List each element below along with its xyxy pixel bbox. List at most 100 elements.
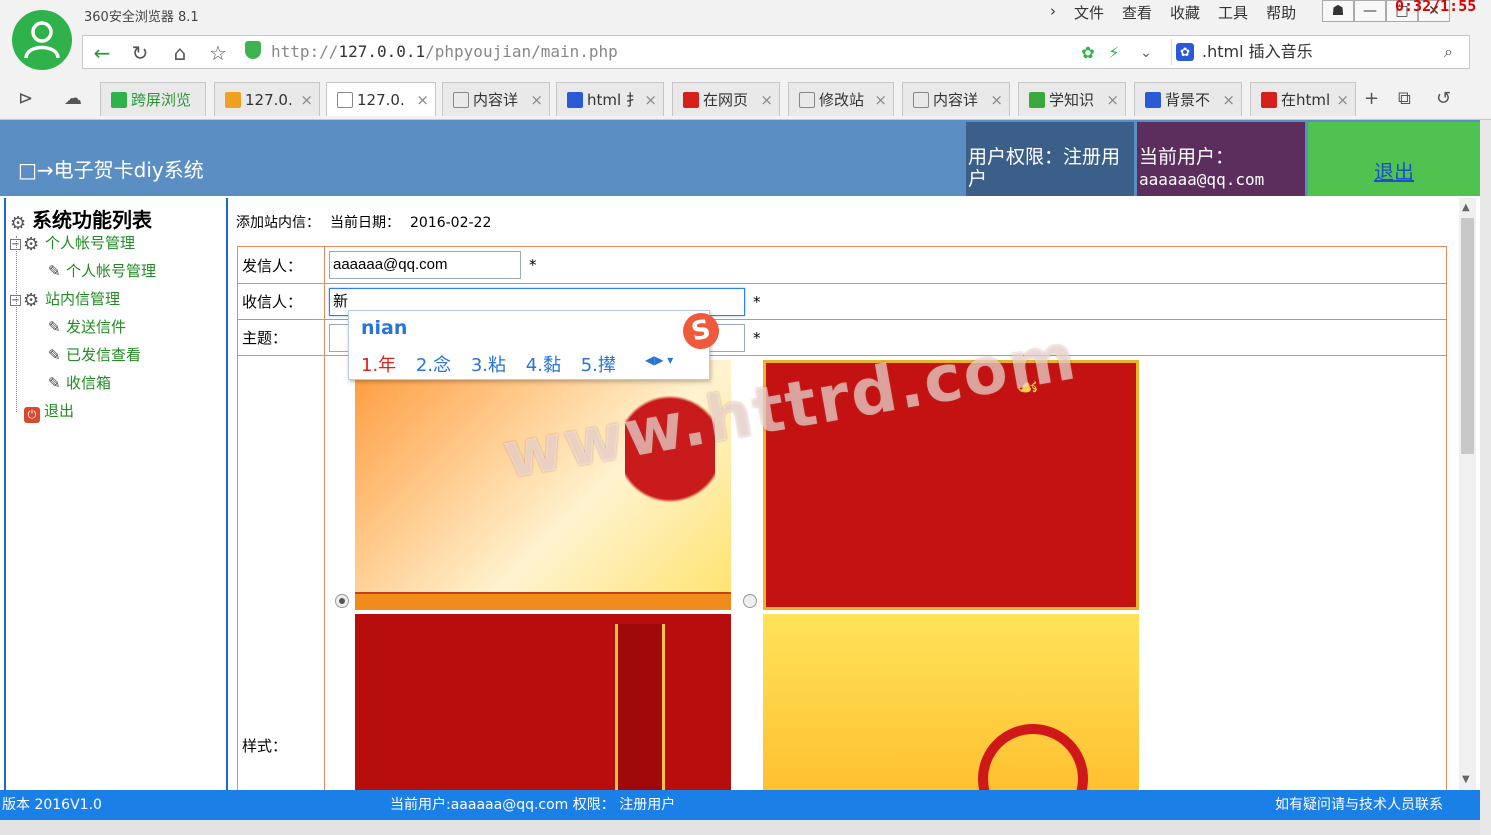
logout-link[interactable]: 退出 — [1374, 160, 1414, 184]
tree-item-send[interactable]: ✎ 发送信件 — [48, 316, 126, 337]
browser-window: 360安全浏览器 8.1 › 文件 查看 收藏 工具 帮助 ☗ — □ ✕ 0:… — [0, 0, 1491, 835]
csdn-icon — [1261, 92, 1277, 108]
browser-logo-icon — [12, 10, 72, 70]
tab-webpage[interactable]: 在网页 × — [672, 82, 780, 116]
home-icon[interactable]: ⌂ — [167, 40, 193, 66]
tab-close-icon[interactable]: × — [1106, 83, 1119, 116]
permission-box: 用户权限：注册用户 — [966, 122, 1134, 196]
accelerate-icon[interactable]: ✿ — [1075, 40, 1101, 66]
style-radio-2[interactable] — [743, 594, 757, 608]
tab-list-icon[interactable]: ⧉ — [1398, 88, 1411, 109]
menu-file[interactable]: 文件 — [1074, 2, 1104, 23]
tab-close-icon[interactable]: × — [416, 83, 429, 116]
tab-in-html[interactable]: 在html × — [1250, 82, 1356, 116]
tab-close-icon[interactable]: × — [1336, 83, 1349, 116]
tab-close-icon[interactable]: × — [644, 83, 657, 116]
tab-close-icon[interactable]: × — [990, 83, 1003, 116]
baidu-paw-icon: ✿ — [1176, 43, 1194, 61]
ime-candidate-5[interactable]: 5.撵 — [581, 355, 616, 376]
tree-item-exit[interactable]: ⏻ 退出 — [24, 400, 74, 423]
tab-active[interactable]: 127.0. × — [326, 82, 436, 116]
app-title: 360安全浏览器 8.1 — [84, 10, 199, 25]
gear-icon: ⚙ — [23, 234, 40, 255]
collapse-icon[interactable]: − — [10, 239, 21, 250]
tab-close-icon[interactable]: × — [1222, 83, 1235, 116]
tree-item-inbox[interactable]: ✎ 收信箱 — [48, 372, 111, 393]
ime-candidate-4[interactable]: 4.黏 — [526, 355, 561, 376]
tab-content-detail[interactable]: 内容详 × — [442, 82, 550, 116]
tab-content-detail-2[interactable]: 内容详 × — [902, 82, 1010, 116]
ime-candidate-3[interactable]: 3.粘 — [471, 355, 506, 376]
menu-view[interactable]: 查看 — [1122, 2, 1152, 23]
menu-bar: › 文件 查看 收藏 工具 帮助 — [1050, 2, 1296, 23]
baidu-paw-icon — [567, 92, 583, 108]
star-icon[interactable]: ☆ — [205, 40, 231, 66]
tab-learn[interactable]: 学知识 × — [1018, 82, 1126, 116]
tab-cross-screen[interactable]: 跨屏浏览 — [100, 82, 206, 116]
back-arrow-icon[interactable]: ← — [89, 40, 115, 66]
baidu-paw-icon — [1145, 92, 1161, 108]
scroll-thumb[interactable] — [1461, 218, 1474, 454]
sidebar: ⚙ 系统功能列表 − ⚙ 个人帐号管理 ✎ 个人帐号管理 − ⚙ 站内信管理 ✎ 发送信件 ✎… — [4, 198, 228, 790]
tree-group-messages[interactable]: − ⚙ 站内信管理 — [10, 288, 120, 311]
phone-icon — [111, 92, 127, 108]
pma-icon — [225, 92, 241, 108]
tab-close-icon[interactable]: × — [874, 83, 887, 116]
receiver-label: 收信人： — [237, 283, 325, 320]
page-icon — [913, 92, 929, 108]
tab-html[interactable]: html 扌 × — [556, 82, 664, 116]
sender-label: 发信人： — [237, 246, 325, 284]
sender-field[interactable]: aaaaaa@qq.com — [329, 251, 521, 279]
version-text: 版本 2016V1.0 — [2, 797, 102, 813]
style-radio-1[interactable] — [335, 594, 349, 608]
tree-item-account[interactable]: ✎ 个人帐号管理 — [48, 260, 156, 281]
tree-root: ⚙ 系统功能列表 — [10, 208, 152, 234]
page-scrollbar[interactable]: ▲ ▼ — [1459, 198, 1476, 790]
search-box[interactable]: ✿ .html 插入音乐 ⌕ — [1171, 39, 1467, 65]
chevron-right-icon[interactable]: › — [1050, 2, 1056, 23]
chevron-down-icon[interactable]: ⌄ — [1133, 40, 1159, 66]
tab-close-icon[interactable]: × — [760, 83, 773, 116]
greeting-card-3[interactable] — [355, 614, 731, 790]
breadcrumb: 添加站内信： 当前日期： 2016-02-22 — [236, 215, 492, 231]
ime-candidate-2[interactable]: 2.念 — [416, 355, 451, 376]
skin-icon[interactable]: ☗ — [1322, 0, 1354, 22]
system-name: □→电子贺卡diy系统 — [18, 158, 204, 182]
current-user-box: 当前用户： aaaaaa@qq.com — [1137, 122, 1305, 196]
tab-background[interactable]: 背景不 × — [1134, 82, 1242, 116]
search-text: .html 插入音乐 — [1202, 42, 1313, 61]
page-icon — [799, 92, 815, 108]
required-mark: * — [753, 328, 761, 347]
new-tab-icon[interactable]: + — [1364, 88, 1379, 109]
minimize-button[interactable]: — — [1354, 0, 1386, 22]
greeting-card-4[interactable] — [763, 614, 1139, 790]
address-field[interactable]: http://127.0.0.1/phpyoujian/main.php — [271, 39, 1191, 65]
scroll-down-icon[interactable]: ▼ — [1462, 774, 1470, 785]
tab-strip: ⊳ ☁ 跨屏浏览 127.0. × 127.0. × 内容详 × html 扌 × 在网… — [0, 80, 1491, 118]
ime-page-arrows[interactable]: ◀▶ ▾ — [645, 353, 673, 367]
search-icon[interactable]: ⌕ — [1444, 39, 1453, 65]
window-right-edge — [1480, 120, 1491, 835]
tree-item-sent[interactable]: ✎ 已发信查看 — [48, 344, 141, 365]
tree-group-account[interactable]: − ⚙ 个人帐号管理 — [10, 232, 135, 255]
menu-tools[interactable]: 工具 — [1218, 2, 1248, 23]
sidebar-toggle-icon[interactable]: ⊳ — [18, 88, 33, 109]
tab-phpmyadmin[interactable]: 127.0. × — [214, 82, 320, 116]
lightning-icon[interactable]: ⚡ — [1101, 40, 1127, 66]
menu-favorites[interactable]: 收藏 — [1170, 2, 1200, 23]
footer-status: 当前用户:aaaaaa@qq.com 权限： 注册用户 — [390, 797, 676, 813]
tab-close-icon[interactable]: × — [300, 83, 313, 116]
ime-candidate-1[interactable]: 1.年 — [361, 355, 396, 376]
tab-modify[interactable]: 修改站 × — [788, 82, 894, 116]
browser-chrome: 360安全浏览器 8.1 › 文件 查看 收藏 工具 帮助 ☗ — □ ✕ 0:… — [0, 0, 1491, 120]
security-shield-icon — [245, 41, 261, 59]
undo-close-icon[interactable]: ↺ — [1436, 88, 1451, 109]
cloud-icon[interactable]: ☁ — [64, 88, 82, 109]
required-mark: * — [753, 292, 761, 311]
scroll-up-icon[interactable]: ▲ — [1462, 202, 1470, 213]
tab-close-icon[interactable]: × — [530, 83, 543, 116]
ime-candidate-popup: nian S 1.年 2.念 3.粘 4.黏 5.撵 ◀▶ ▾ — [348, 309, 723, 380]
refresh-icon[interactable]: ↻ — [127, 40, 153, 66]
menu-help[interactable]: 帮助 — [1266, 2, 1296, 23]
collapse-icon[interactable]: − — [10, 295, 21, 306]
